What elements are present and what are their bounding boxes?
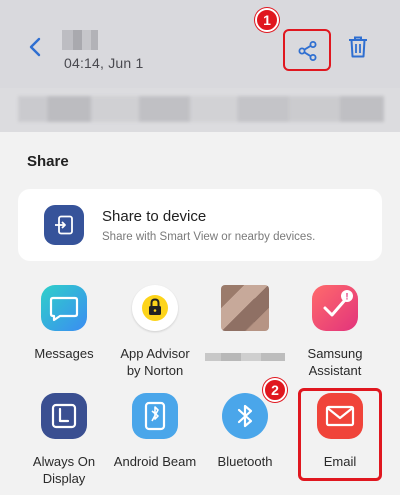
app-messages[interactable]: Messages	[16, 285, 112, 362]
trash-icon[interactable]	[347, 35, 369, 59]
sender-name-redacted	[62, 30, 98, 50]
app-label: App Advisor by Norton	[120, 346, 190, 378]
android-beam-icon	[132, 393, 178, 439]
blurred-contact-icon	[221, 285, 269, 331]
step-2-badge: 2	[263, 378, 287, 402]
share-to-device-card[interactable]: Share to device Share with Smart View or…	[18, 189, 382, 261]
always-on-display-icon	[41, 393, 87, 439]
app-label: Always On Display	[32, 454, 96, 486]
app-label: Samsung Assistant	[307, 346, 363, 378]
share-icon	[298, 41, 317, 61]
share-sheet-title: Share	[27, 153, 69, 170]
app-blurred-contact[interactable]	[197, 285, 293, 361]
share-button[interactable]	[283, 29, 331, 71]
svg-text:!: !	[346, 292, 349, 302]
norton-lock-icon	[132, 285, 178, 331]
back-arrow-icon[interactable]	[26, 36, 46, 58]
app-label: Android Beam	[113, 454, 197, 469]
email-time: 04:14, Jun 1	[64, 55, 144, 71]
samsung-assistant-icon: !	[312, 285, 358, 331]
share-to-device-icon	[44, 205, 84, 245]
messages-icon	[41, 285, 87, 331]
subject-redacted	[18, 96, 384, 122]
app-bluetooth[interactable]: Bluetooth	[197, 393, 293, 470]
bluetooth-icon	[222, 393, 268, 439]
email-header: 04:14, Jun 1	[0, 0, 400, 88]
email-highlight-box	[298, 388, 382, 481]
app-always-on-display[interactable]: Always On Display	[16, 393, 112, 487]
app-norton[interactable]: App Advisor by Norton	[107, 285, 203, 379]
share-to-device-title: Share to device	[102, 208, 207, 225]
app-label: Bluetooth	[217, 454, 273, 469]
app-samsung-assistant[interactable]: ! Samsung Assistant	[287, 285, 383, 379]
step-1-badge: 1	[255, 8, 279, 32]
app-android-beam[interactable]: Android Beam	[107, 393, 203, 470]
app-label-redacted	[205, 353, 285, 361]
share-to-device-subtitle: Share with Smart View or nearby devices.	[102, 231, 316, 243]
app-label: Messages	[34, 346, 94, 361]
